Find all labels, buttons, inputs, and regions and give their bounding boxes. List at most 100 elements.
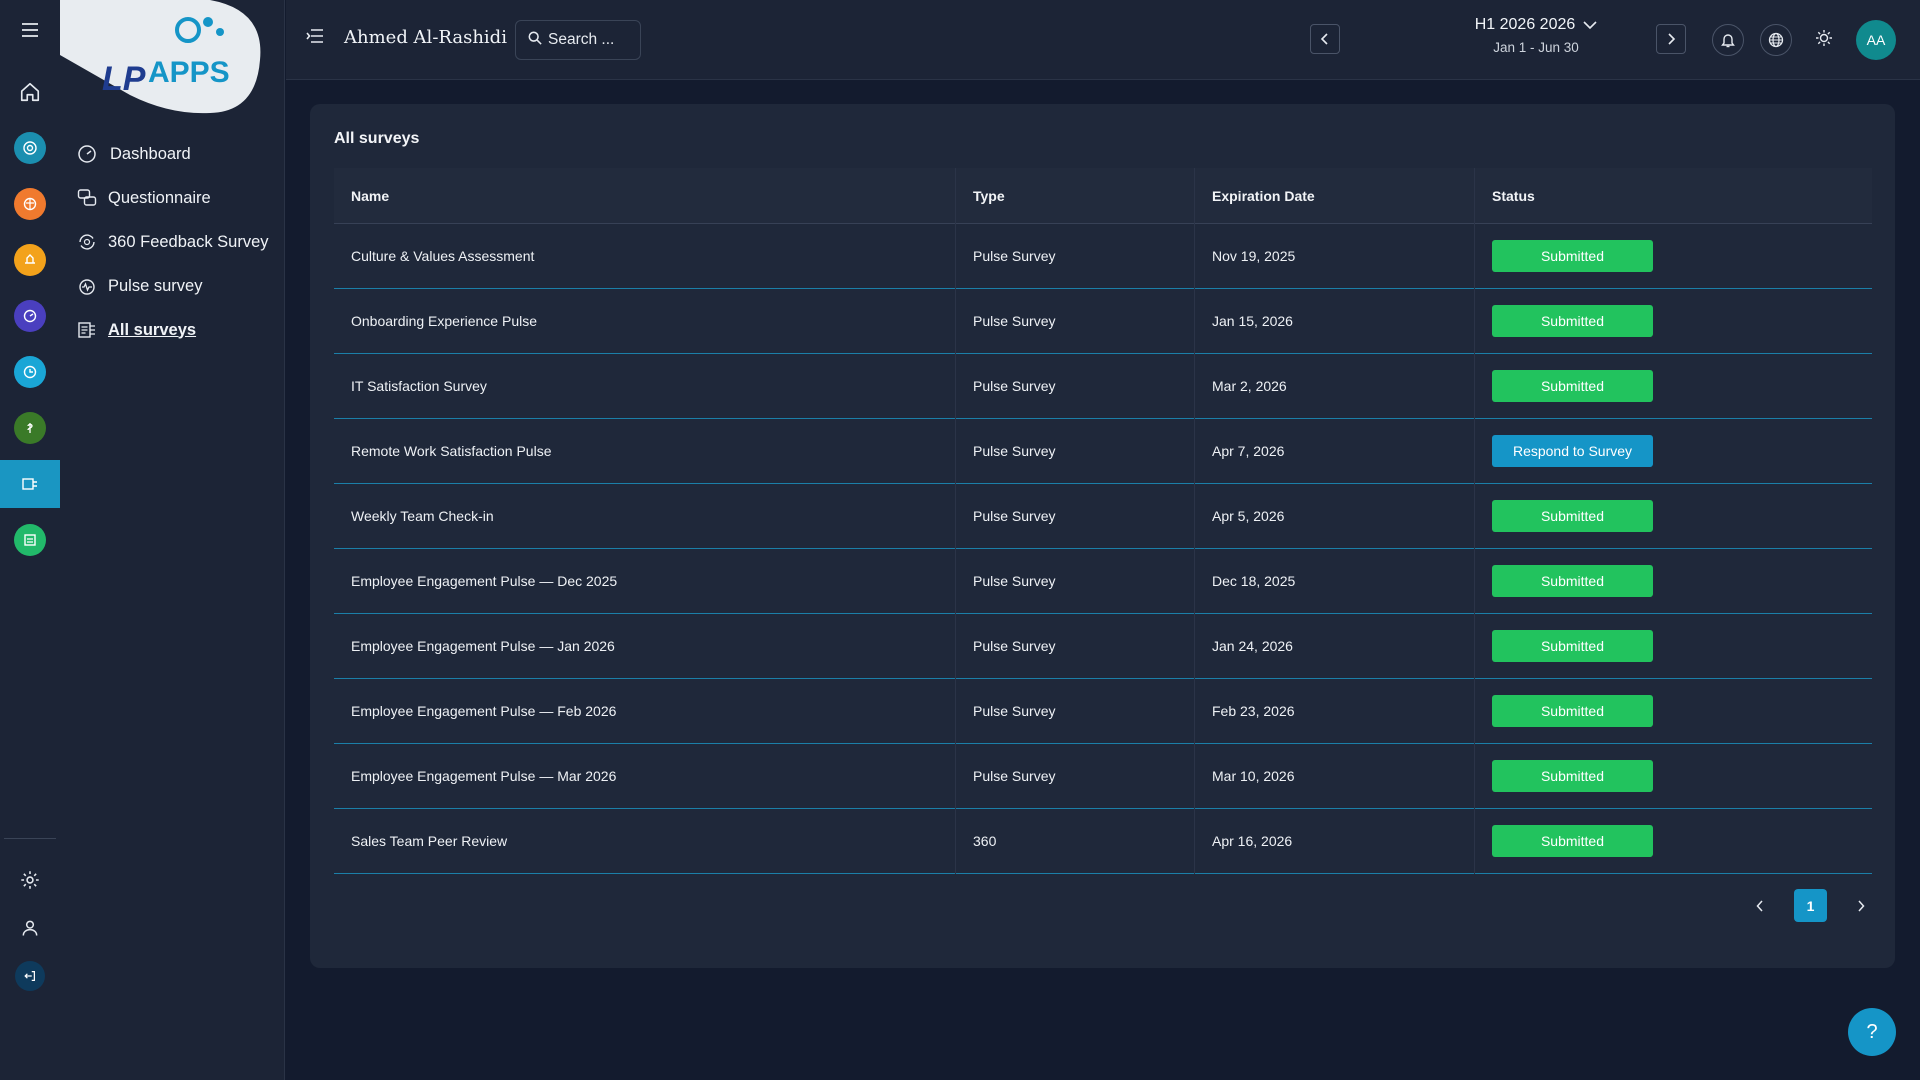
cell-type: Pulse Survey bbox=[956, 613, 1195, 679]
cell-type: Pulse Survey bbox=[956, 223, 1195, 289]
cell-status: Submitted bbox=[1475, 224, 1872, 289]
rail-module-recognition[interactable] bbox=[0, 236, 60, 284]
table-row: Employee Engagement Pulse — Feb 2026 Puls… bbox=[334, 678, 1872, 744]
status-badge[interactable]: Submitted bbox=[1492, 825, 1653, 857]
chevron-left-icon bbox=[1756, 899, 1763, 912]
cell-status: Submitted bbox=[1475, 484, 1872, 549]
sidebar-item-360-feedback[interactable]: 360 Feedback Survey bbox=[76, 227, 269, 257]
sidebar-item-questionnaire[interactable]: Questionnaire bbox=[76, 183, 211, 213]
cell-expiration: Apr 5, 2026 bbox=[1195, 483, 1475, 549]
logout-icon[interactable] bbox=[0, 952, 60, 1000]
pagination-next-button[interactable] bbox=[1851, 896, 1871, 916]
rail-module-learning[interactable] bbox=[0, 180, 60, 228]
cell-expiration: Mar 10, 2026 bbox=[1195, 743, 1475, 809]
sidebar-item-all-surveys[interactable]: All surveys bbox=[76, 315, 196, 345]
user-profile-icon[interactable] bbox=[0, 904, 60, 952]
gauge-icon bbox=[14, 300, 46, 332]
chevron-left-icon bbox=[1320, 33, 1328, 45]
rail-module-time[interactable] bbox=[0, 348, 60, 396]
cell-status: Submitted bbox=[1475, 679, 1872, 744]
sidebar-item-label: Dashboard bbox=[110, 144, 191, 163]
pagination-page-button[interactable]: 1 bbox=[1794, 889, 1827, 922]
status-badge[interactable]: Submitted bbox=[1492, 500, 1653, 532]
pagination-prev-button[interactable] bbox=[1750, 896, 1770, 916]
sidebar-item-dashboard[interactable]: Dashboard bbox=[76, 139, 191, 169]
globe-icon bbox=[1768, 32, 1784, 48]
theme-sun-icon[interactable] bbox=[1814, 28, 1834, 53]
cell-expiration: Apr 16, 2026 bbox=[1195, 808, 1475, 874]
pulse-survey-icon bbox=[76, 275, 98, 297]
table-row: Weekly Team Check-in Pulse Survey Apr 5, 2… bbox=[334, 483, 1872, 549]
cell-status: Submitted bbox=[1475, 549, 1872, 614]
dashboard-gauge-icon bbox=[76, 143, 98, 165]
cell-name: Employee Engagement Pulse — Mar 2026 bbox=[334, 743, 956, 809]
settings-gear-icon[interactable] bbox=[0, 856, 60, 904]
cell-name: Culture & Values Assessment bbox=[334, 223, 956, 289]
column-header-expiration[interactable]: Expiration Date bbox=[1195, 167, 1475, 224]
clock-icon bbox=[14, 356, 46, 388]
language-button[interactable] bbox=[1760, 24, 1792, 56]
surveys-card: All surveys Name Type Expiration Date St… bbox=[310, 104, 1895, 968]
sidebar: LP APPS Dashboard Questionnaire 360 Feed… bbox=[60, 0, 285, 1080]
app-logo[interactable]: LP APPS bbox=[60, 0, 265, 118]
status-badge[interactable]: Submitted bbox=[1492, 565, 1653, 597]
cell-expiration: Nov 19, 2025 bbox=[1195, 223, 1475, 289]
period-prev-button[interactable] bbox=[1310, 24, 1340, 54]
status-badge[interactable]: Submitted bbox=[1492, 760, 1653, 792]
period-selector[interactable]: H1 2026 2026 Jan 1 - Jun 30 bbox=[1406, 16, 1666, 55]
status-badge[interactable]: Submitted bbox=[1492, 630, 1653, 662]
bell-icon bbox=[1721, 34, 1735, 48]
feedback-360-icon bbox=[76, 231, 98, 253]
search-placeholder: Search ... bbox=[548, 31, 615, 48]
menu-toggle-icon[interactable] bbox=[0, 6, 60, 54]
period-title: H1 2026 2026 bbox=[1474, 16, 1576, 33]
status-badge[interactable]: Submitted bbox=[1492, 240, 1653, 272]
status-badge[interactable]: Submitted bbox=[1492, 695, 1653, 727]
leaf-icon bbox=[14, 412, 46, 444]
cell-expiration: Jan 24, 2026 bbox=[1195, 613, 1475, 679]
search-icon bbox=[528, 31, 542, 50]
collapse-sidebar-icon[interactable] bbox=[306, 28, 324, 49]
cell-name: Weekly Team Check-in bbox=[334, 483, 956, 549]
rail-module-wellbeing[interactable] bbox=[0, 404, 60, 452]
cell-expiration: Dec 18, 2025 bbox=[1195, 548, 1475, 614]
rail-module-surveys[interactable] bbox=[0, 460, 60, 508]
sidebar-item-label: All surveys bbox=[108, 320, 197, 339]
respond-to-survey-button[interactable]: Respond to Survey bbox=[1492, 435, 1653, 467]
table-row: Onboarding Experience Pulse Pulse Survey J… bbox=[334, 288, 1872, 354]
period-next-button[interactable] bbox=[1656, 24, 1686, 54]
sidebar-item-pulse-survey[interactable]: Pulse survey bbox=[76, 271, 202, 301]
notifications-button[interactable] bbox=[1712, 24, 1744, 56]
svg-text:LP: LP bbox=[102, 60, 146, 98]
status-badge[interactable]: Submitted bbox=[1492, 370, 1653, 402]
search-input[interactable]: Search ... bbox=[515, 20, 641, 60]
cell-type: Pulse Survey bbox=[956, 548, 1195, 614]
period-range: Jan 1 - Jun 30 bbox=[1493, 40, 1579, 55]
column-header-status[interactable]: Status bbox=[1475, 168, 1872, 224]
cell-status: Submitted bbox=[1475, 614, 1872, 679]
table-row: Employee Engagement Pulse — Jan 2026 Puls… bbox=[334, 613, 1872, 679]
rail-module-goals[interactable] bbox=[0, 124, 60, 172]
sidebar-item-label: Questionnaire bbox=[108, 188, 211, 207]
status-badge[interactable]: Submitted bbox=[1492, 305, 1653, 337]
rail-divider bbox=[4, 838, 56, 839]
brain-icon bbox=[14, 188, 46, 220]
table-row: IT Satisfaction Survey Pulse Survey Mar 2,… bbox=[334, 353, 1872, 419]
chevron-right-icon bbox=[1858, 899, 1865, 912]
icon-rail bbox=[0, 0, 60, 1080]
table-body: Culture & Values Assessment Pulse Survey N… bbox=[334, 223, 1872, 874]
column-header-type[interactable]: Type bbox=[956, 167, 1195, 224]
svg-text:APPS: APPS bbox=[148, 56, 230, 89]
column-header-name[interactable]: Name bbox=[334, 167, 956, 224]
sidebar-item-label: Pulse survey bbox=[108, 276, 203, 295]
cell-status: Submitted bbox=[1475, 289, 1872, 354]
page-title: All surveys bbox=[334, 130, 420, 147]
all-surveys-icon bbox=[76, 319, 98, 341]
home-icon[interactable] bbox=[0, 68, 60, 116]
rail-module-reports[interactable] bbox=[0, 516, 60, 564]
cell-status: Respond to Survey bbox=[1475, 419, 1872, 484]
avatar[interactable]: AA bbox=[1856, 20, 1896, 60]
cell-expiration: Jan 15, 2026 bbox=[1195, 288, 1475, 354]
help-button[interactable]: ? bbox=[1848, 1008, 1896, 1056]
rail-module-performance[interactable] bbox=[0, 292, 60, 340]
